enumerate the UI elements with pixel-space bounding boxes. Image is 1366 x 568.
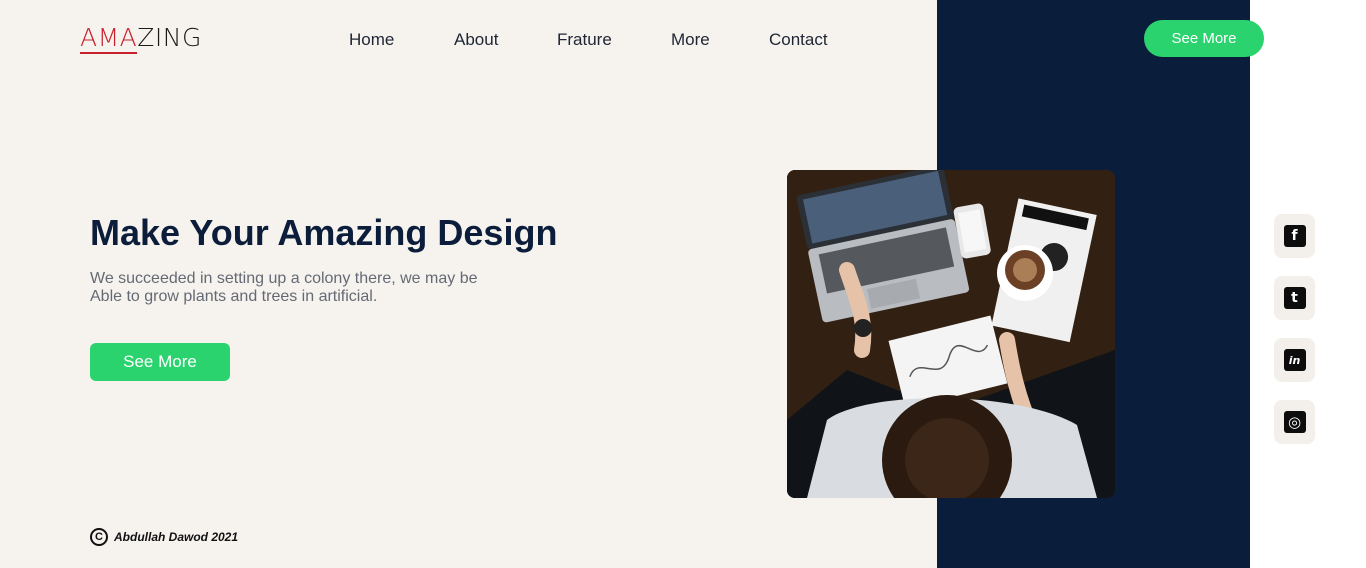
social-facebook-button[interactable]: f bbox=[1274, 214, 1315, 258]
watch bbox=[854, 319, 872, 337]
hero-see-more-button[interactable]: See More bbox=[90, 343, 230, 381]
linkedin-icon: in bbox=[1283, 349, 1306, 371]
nav-about[interactable]: About bbox=[454, 30, 498, 50]
instagram-icon: ◎ bbox=[1283, 411, 1306, 433]
logo[interactable]: AMAZING bbox=[80, 22, 202, 54]
workspace-photo-illustration bbox=[787, 170, 1115, 498]
nav-frature[interactable]: Frature bbox=[557, 30, 612, 50]
coffee-foam bbox=[1013, 258, 1037, 282]
header-see-more-button[interactable]: See More bbox=[1144, 20, 1264, 57]
logo-rest: ZING bbox=[137, 23, 202, 52]
footer: C Abdullah Dawod 2021 bbox=[90, 527, 238, 547]
hero-title: Make Your Amazing Design bbox=[90, 212, 558, 253]
facebook-icon: f bbox=[1283, 225, 1306, 247]
social-instagram-button[interactable]: ◎ bbox=[1274, 400, 1315, 444]
social-linkedin-button[interactable]: in bbox=[1274, 338, 1315, 382]
social-twitter-button[interactable]: t bbox=[1274, 276, 1315, 320]
copyright-icon: C bbox=[90, 528, 108, 546]
logo-accent: AMA bbox=[80, 23, 138, 54]
hero-description: We succeeded in setting up a colony ther… bbox=[90, 270, 510, 306]
hero-image bbox=[787, 170, 1115, 498]
hero-description-line: Able to grow plants and trees in artific… bbox=[90, 288, 378, 305]
hero-description-line: We succeeded in setting up a colony ther… bbox=[90, 270, 478, 287]
footer-credit: Abdullah Dawod 2021 bbox=[114, 530, 239, 544]
twitter-icon: t bbox=[1283, 287, 1306, 309]
nav-contact[interactable]: Contact bbox=[769, 30, 828, 50]
nav-more[interactable]: More bbox=[671, 30, 710, 50]
nav-home[interactable]: Home bbox=[349, 30, 394, 50]
